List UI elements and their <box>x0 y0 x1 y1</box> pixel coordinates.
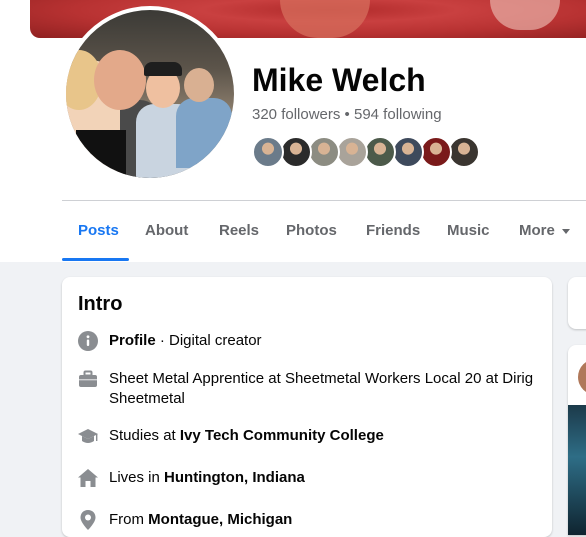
from-prefix: From <box>109 511 149 528</box>
follow-counts: 320 followers • 594 following <box>252 106 442 123</box>
tab-label: Music <box>447 222 490 239</box>
tab-label: Photos <box>286 222 337 239</box>
follow-separator: • <box>340 106 354 123</box>
graduation-cap-icon <box>78 429 98 443</box>
photo-shape <box>184 68 214 102</box>
tab-reels[interactable]: Reels <box>219 222 259 239</box>
followers-link[interactable]: 320 followers <box>252 106 340 123</box>
caret-down-icon <box>561 228 570 234</box>
post-author-avatar[interactable] <box>578 359 586 395</box>
photo-shape <box>76 130 126 178</box>
friend-avatar[interactable] <box>336 136 368 168</box>
profile-picture-image <box>66 10 234 178</box>
header-divider <box>62 200 586 201</box>
friend-avatar[interactable] <box>420 136 452 168</box>
active-tab-indicator <box>62 258 129 261</box>
tab-music[interactable]: Music <box>447 222 490 239</box>
intro-profile-text: Profile · Digital creator <box>109 331 539 351</box>
friend-avatar[interactable] <box>392 136 424 168</box>
intro-education-text: Studies at Ivy Tech Community College <box>109 426 539 446</box>
profile-value: · Digital creator <box>155 332 262 349</box>
tab-label: About <box>145 222 189 239</box>
friend-avatar[interactable] <box>448 136 480 168</box>
info-icon <box>78 331 98 351</box>
tab-photos[interactable]: Photos <box>286 222 337 239</box>
right-column-post[interactable] <box>568 345 586 535</box>
tab-friends[interactable]: Friends <box>366 222 420 239</box>
studies-prefix: Studies at <box>109 427 180 444</box>
following-link[interactable]: 594 following <box>354 106 442 123</box>
cover-photo-detail <box>280 0 370 38</box>
tab-posts[interactable]: Posts <box>78 222 119 239</box>
intro-from-text: From Montague, Michigan <box>109 510 539 530</box>
tab-label: Posts <box>78 222 119 239</box>
intro-title: Intro <box>78 293 123 315</box>
friend-avatar[interactable] <box>364 136 396 168</box>
friend-avatar[interactable] <box>252 136 284 168</box>
lives-prefix: Lives in <box>109 469 165 486</box>
location-pin-icon <box>80 510 96 530</box>
profile-name: Mike Welch <box>252 62 426 98</box>
tab-label: Friends <box>366 222 421 239</box>
profile-header: Mike Welch 320 followers • 594 following… <box>0 0 586 262</box>
intro-card: Intro Profile · Digital creator Sheet Me… <box>62 277 552 537</box>
home-icon <box>78 469 98 487</box>
tab-about[interactable]: About <box>145 222 188 239</box>
current-city-link[interactable]: Huntington, Indiana <box>164 469 305 486</box>
post-image[interactable] <box>568 405 586 535</box>
school-link[interactable]: Ivy Tech Community College <box>180 427 384 444</box>
intro-lives-text: Lives in Huntington, Indiana <box>109 468 539 488</box>
work-text: Sheet Metal Apprentice at Sheetmetal Wor… <box>109 370 534 407</box>
tab-label: More <box>519 222 555 239</box>
photo-shape <box>144 62 182 76</box>
tab-label: Reels <box>219 222 260 239</box>
briefcase-icon <box>79 370 97 387</box>
photo-shape <box>94 50 146 110</box>
friend-avatar[interactable] <box>308 136 340 168</box>
tab-more[interactable]: More <box>519 222 570 239</box>
profile-picture[interactable] <box>62 6 238 182</box>
photo-shape <box>176 98 232 168</box>
profile-label: Profile <box>109 332 156 349</box>
hometown-link[interactable]: Montague, Michigan <box>148 511 292 528</box>
friend-avatar[interactable] <box>280 136 312 168</box>
right-column-card[interactable] <box>568 277 586 329</box>
cover-photo-detail <box>490 0 560 30</box>
